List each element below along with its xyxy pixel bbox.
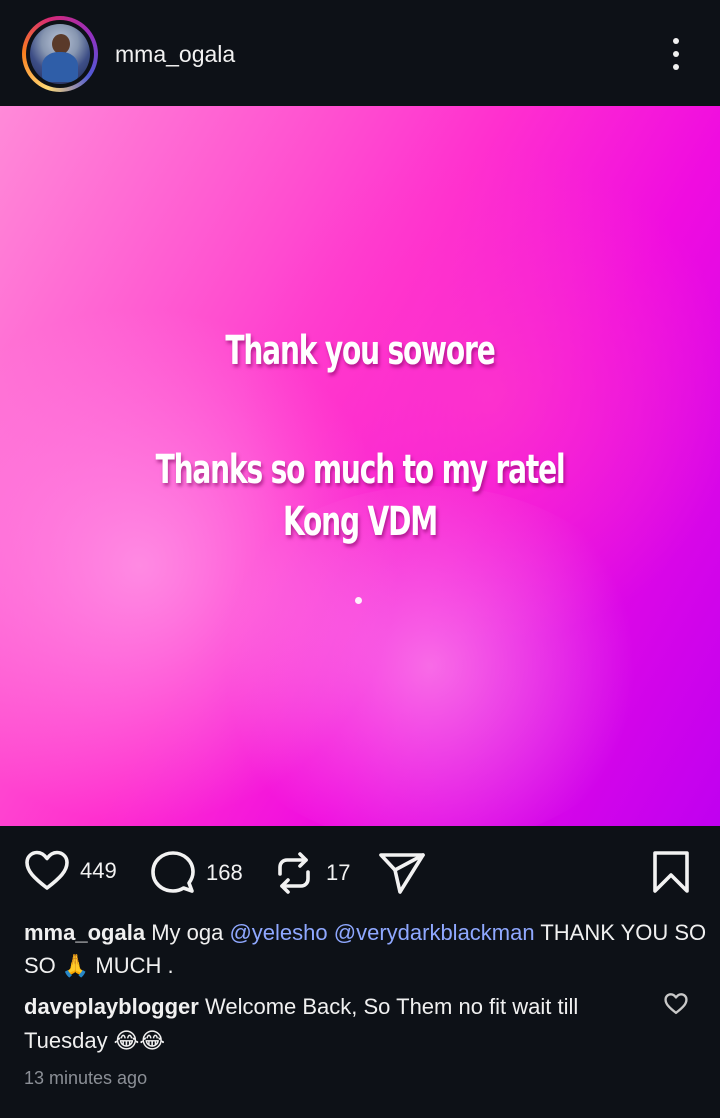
heart-icon: [664, 993, 688, 1015]
comment-item: daveplayblogger Welcome Back, So Them no…: [24, 990, 644, 1058]
post-timestamp: 13 minutes ago: [24, 1068, 148, 1088]
image-dot: [355, 597, 362, 604]
repost-count: 17: [326, 860, 351, 885]
caption-text: My oga: [151, 920, 230, 945]
like-count: 449: [80, 858, 117, 883]
action-bar: 449 168 17: [0, 826, 720, 918]
repost-icon: [278, 852, 310, 894]
comment-like-button[interactable]: [664, 993, 688, 1020]
send-icon: [379, 853, 425, 894]
image-text-line-2: Thanks so much to my ratel Kong VDM: [155, 447, 566, 545]
share-button[interactable]: [378, 850, 426, 896]
comment-icon: [151, 851, 195, 893]
dot: [673, 51, 679, 57]
comment-username[interactable]: daveplayblogger: [24, 994, 199, 1019]
avatar-body: [42, 52, 78, 82]
post-header: mma_ogala: [0, 0, 720, 106]
avatar-border: [26, 20, 94, 88]
avatar-head: [52, 34, 70, 54]
bookmark-button[interactable]: [652, 850, 690, 894]
bookmark-icon: [653, 851, 689, 893]
image-text-line-1: Thank you sowore: [225, 328, 495, 374]
dot: [673, 38, 679, 44]
heart-icon: [25, 850, 69, 890]
post-author-username[interactable]: mma_ogala: [115, 41, 235, 68]
avatar[interactable]: [30, 24, 90, 84]
comment-count: 168: [206, 860, 243, 885]
mention-link[interactable]: @verydarkblackman: [334, 920, 535, 945]
post-caption: mma_ogala My oga @yelesho @verydarkblack…: [24, 916, 708, 982]
mention-link[interactable]: @yelesho: [229, 920, 327, 945]
caption-username[interactable]: mma_ogala: [24, 920, 145, 945]
dot: [673, 64, 679, 70]
story-ring[interactable]: [22, 16, 98, 92]
more-vertical-icon[interactable]: [660, 32, 692, 76]
post-image[interactable]: Thank you sowore Thanks so much to my ra…: [0, 106, 720, 826]
repost-button[interactable]: 17: [272, 850, 350, 896]
comment-button[interactable]: 168: [150, 850, 243, 896]
like-button[interactable]: 449: [24, 850, 117, 892]
